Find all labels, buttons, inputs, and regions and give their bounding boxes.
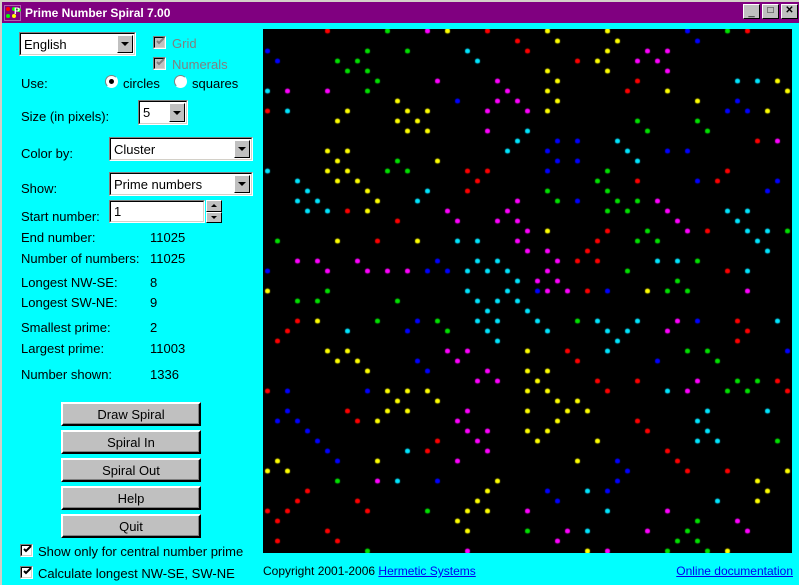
spiral-in-button[interactable]: Spiral In [61, 430, 201, 454]
start-number-stepper[interactable] [206, 200, 222, 223]
radio-squares-label: squares [192, 76, 239, 91]
grid-checkbox-label: Grid [172, 36, 197, 51]
start-number-label: Start number: [21, 209, 100, 224]
color-by-label: Color by: [21, 146, 74, 161]
draw-spiral-button[interactable]: Draw Spiral [61, 402, 201, 426]
show-only-central-prime-checkbox[interactable] [20, 544, 33, 557]
grid-checkbox [153, 36, 166, 49]
maximize-button[interactable]: □ [762, 4, 779, 19]
start-number-input[interactable]: 1 [109, 200, 205, 223]
use-label: Use: [21, 76, 48, 91]
stat-label-longest-sw-ne: Longest SW-NE: [21, 295, 118, 310]
size-select[interactable]: 5 [138, 100, 188, 125]
numerals-checkbox-label: Numerals [172, 57, 228, 72]
minimize-button[interactable]: _ [743, 4, 760, 19]
window-controls: _ □ ✕ [743, 4, 798, 19]
close-icon: ✕ [785, 5, 794, 16]
stat-value-smallest-prime: 2 [150, 320, 158, 335]
online-documentation-link[interactable]: Online documentation [676, 564, 793, 578]
stat-label-number-shown: Number shown: [21, 367, 113, 382]
chevron-down-icon[interactable] [234, 175, 250, 193]
spiral-display-area[interactable] [263, 29, 792, 553]
application-window: P Prime Number Spiral 7.00 _ □ ✕ English [0, 0, 799, 585]
hermetic-systems-link[interactable]: Hermetic Systems [378, 564, 475, 578]
language-select-value: English [24, 36, 67, 52]
show-label: Show: [21, 181, 58, 196]
controls-panel: English Grid Numerals Use: circles squar… [2, 23, 257, 585]
chevron-down-icon[interactable] [169, 103, 185, 122]
checkmark-icon [156, 57, 165, 66]
spiral-out-button[interactable]: Spiral Out [61, 458, 201, 482]
prime-spiral-icon: P [4, 4, 21, 21]
maximize-icon: □ [767, 5, 774, 16]
online-documentation: Online documentation [676, 564, 793, 578]
stat-value-longest-sw-ne: 9 [150, 295, 158, 310]
calculate-longest-label: Calculate longest NW-SE, SW-NE [38, 566, 235, 581]
show-select-value: Prime numbers [114, 176, 203, 192]
numerals-checkbox [153, 57, 166, 70]
start-number-value: 1 [110, 201, 204, 222]
stepper-up-icon[interactable] [206, 200, 222, 212]
stat-label-smallest-prime: Smallest prime: [21, 320, 111, 335]
color-by-select-value: Cluster [114, 141, 156, 157]
size-select-value: 5 [143, 105, 151, 120]
close-button[interactable]: ✕ [781, 4, 798, 19]
help-button[interactable]: Help [61, 486, 201, 510]
chevron-down-icon[interactable] [234, 140, 250, 158]
show-select[interactable]: Prime numbers [109, 172, 253, 196]
color-by-select[interactable]: Cluster [109, 137, 253, 161]
stat-label-number-of-numbers: Number of numbers: [21, 251, 140, 266]
stepper-down-icon[interactable] [206, 211, 222, 223]
size-label: Size (in pixels): [21, 109, 110, 124]
radio-circles-label: circles [123, 76, 160, 91]
show-only-central-prime-label: Show only for central number prime [38, 544, 244, 559]
quit-button[interactable]: Quit [61, 514, 201, 538]
stat-value-largest-prime: 11003 [150, 341, 186, 356]
window-title: Prime Number Spiral 7.00 [25, 5, 171, 20]
stat-value-end-number: 11025 [150, 230, 186, 245]
prime-spiral-canvas[interactable] [263, 29, 792, 553]
minimize-icon: _ [748, 6, 755, 18]
stat-label-end-number: End number: [21, 230, 96, 245]
stat-label-largest-prime: Largest prime: [21, 341, 105, 356]
copyright-text: Copyright 2001-2006 Hermetic Systems [263, 564, 476, 578]
calculate-longest-checkbox[interactable] [20, 566, 33, 579]
checkmark-icon [23, 544, 32, 553]
stat-value-number-shown: 1336 [150, 367, 179, 382]
checkmark-icon [23, 566, 32, 575]
radio-squares[interactable] [174, 75, 187, 88]
chevron-down-icon[interactable] [117, 35, 133, 53]
stat-value-number-of-numbers: 11025 [150, 251, 186, 266]
checkmark-icon [156, 36, 165, 45]
stat-label-longest-nw-se: Longest NW-SE: [21, 275, 118, 290]
radio-circles[interactable] [105, 75, 118, 88]
copyright-label: Copyright 2001-2006 [263, 564, 376, 578]
language-select[interactable]: English [19, 32, 136, 56]
stat-value-longest-nw-se: 8 [150, 275, 158, 290]
title-bar: P Prime Number Spiral 7.00 _ □ ✕ [2, 2, 799, 23]
